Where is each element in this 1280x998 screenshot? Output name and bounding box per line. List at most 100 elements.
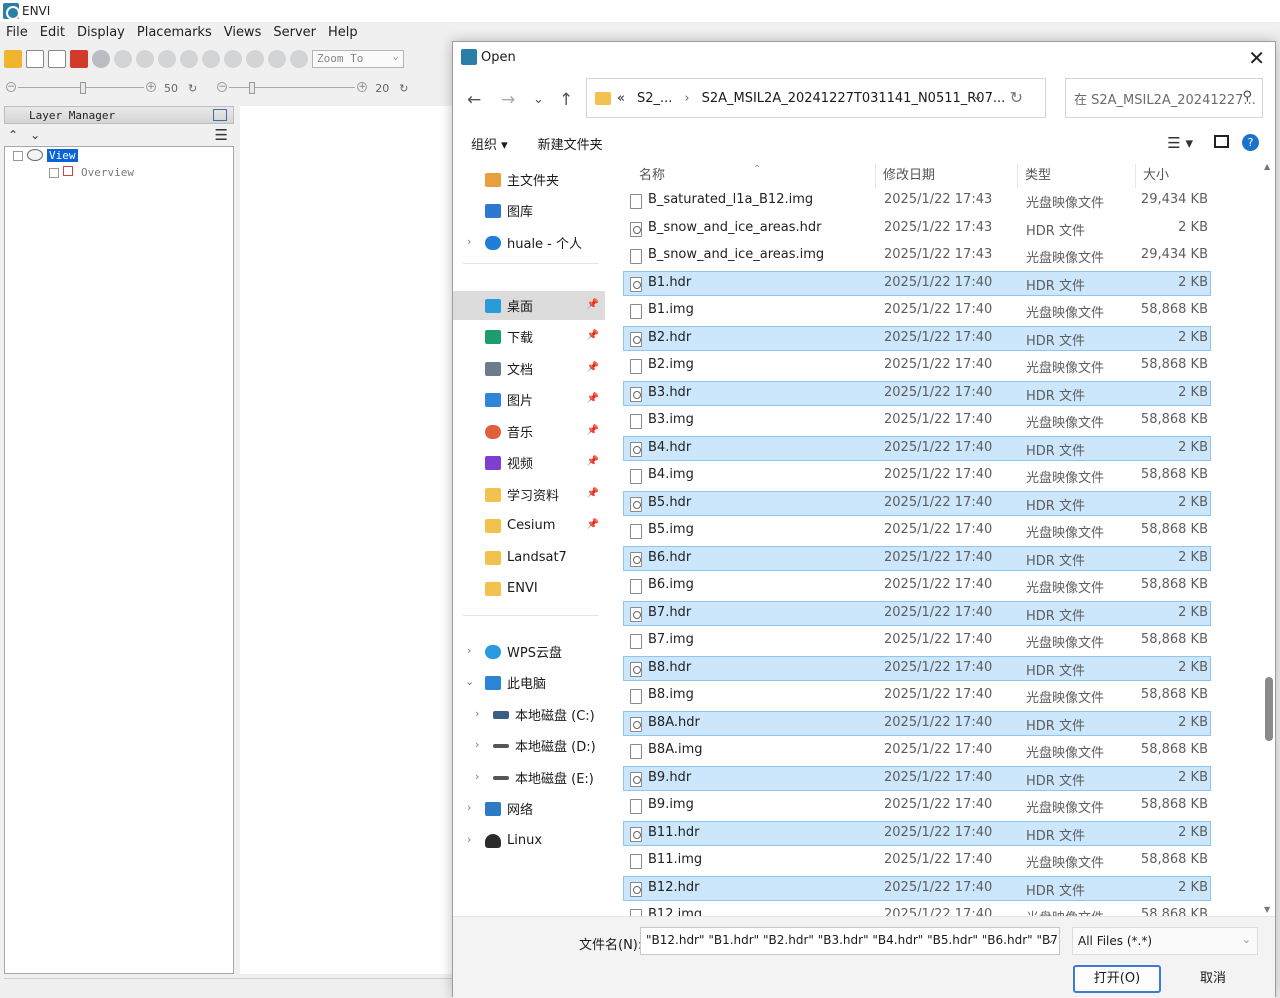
nav-pictures[interactable]: 图片 📌 (453, 385, 605, 414)
file-row[interactable]: B1.img 2025/1/22 17:40 光盘映像文件 58,868 KB (623, 298, 1211, 323)
view-eye-icon[interactable] (27, 149, 43, 161)
nav-downloads[interactable]: 下载 📌 (453, 322, 605, 351)
nav-thispc[interactable]: ⌄ 此电脑 (453, 668, 605, 697)
ntf-icon[interactable] (48, 50, 66, 68)
file-row[interactable]: B4.img 2025/1/22 17:40 光盘映像文件 58,868 KB (623, 463, 1211, 488)
pin-icon[interactable]: 📌 (587, 299, 599, 310)
nav-network[interactable]: › 网络 (453, 794, 605, 823)
menu-file[interactable]: File (0, 25, 34, 40)
expand-chevron-icon[interactable]: › (467, 801, 471, 814)
file-row[interactable]: B3.hdr 2025/1/22 17:40 HDR 文件 2 KB (623, 380, 1211, 406)
file-row[interactable]: B8A.hdr 2025/1/22 17:40 HDR 文件 2 KB (623, 710, 1211, 736)
close-icon[interactable]: ✕ (1248, 46, 1265, 70)
file-row[interactable]: B2.img 2025/1/22 17:40 光盘映像文件 58,868 KB (623, 353, 1211, 378)
file-row[interactable]: B_snow_and_ice_areas.img 2025/1/22 17:43 光… (623, 243, 1211, 268)
recent-chevron-icon[interactable]: ⌄ (533, 92, 544, 107)
file-row[interactable]: B1.hdr 2025/1/22 17:40 HDR 文件 2 KB (623, 270, 1211, 296)
rotate-tool-icon[interactable] (202, 50, 220, 68)
column-date[interactable]: 修改日期 (883, 164, 935, 183)
select-tool-icon[interactable] (136, 50, 154, 68)
file-type-filter[interactable]: All Files (*.*) ⌄ (1072, 927, 1258, 955)
vertical-scrollbar[interactable]: ▲ ▼ (1261, 160, 1275, 916)
file-row[interactable]: B11.hdr 2025/1/22 17:40 HDR 文件 2 KB (623, 820, 1211, 846)
tree-item-overview[interactable]: Overview (81, 166, 134, 179)
collapse-up-icon[interactable]: ⌃ (8, 128, 18, 142)
menu-display[interactable]: Display (71, 25, 131, 40)
menu-edit[interactable]: Edit (34, 25, 71, 40)
organize-button[interactable]: 组织 ▾ (471, 134, 508, 153)
file-row[interactable]: B_saturated_l1a_B12.img 2025/1/22 17:43 光盘… (623, 188, 1211, 213)
address-dropdown-icon[interactable]: ⌄ (972, 89, 983, 104)
nav-disk-d[interactable]: › 本地磁盘 (D:) (453, 731, 605, 760)
expand-chevron-icon[interactable]: › (475, 738, 479, 751)
nav-huale[interactable]: › huale - 个人 (453, 228, 605, 257)
file-row[interactable]: B11.img 2025/1/22 17:40 光盘映像文件 58,868 KB (623, 848, 1211, 873)
file-row[interactable]: B8A.img 2025/1/22 17:40 光盘映像文件 58,868 KB (623, 738, 1211, 763)
file-row[interactable]: B8.img 2025/1/22 17:40 光盘映像文件 58,868 KB (623, 683, 1211, 708)
scroll-down-icon[interactable]: ▼ (1264, 905, 1270, 914)
path-parent[interactable]: S2_... (637, 91, 672, 106)
open-button[interactable]: 打开(O) (1073, 965, 1161, 993)
nav-envi[interactable]: ENVI (453, 574, 605, 603)
slider-knob[interactable] (249, 82, 256, 94)
menu-help[interactable]: Help (322, 25, 364, 40)
preview-pane-icon[interactable] (1214, 135, 1229, 148)
path-overflow[interactable]: « (617, 91, 625, 106)
view-options-icon[interactable]: ☰ ▾ (1167, 134, 1193, 152)
menu-server[interactable]: Server (267, 25, 322, 40)
data-manager-icon[interactable] (26, 50, 44, 68)
pin-icon[interactable]: 📌 (587, 519, 599, 530)
up-arrow-icon[interactable]: ↑ (559, 90, 573, 110)
column-name[interactable]: 名称 (639, 164, 665, 183)
help-icon[interactable]: ? (1242, 134, 1259, 151)
search-input[interactable]: 在 S2A_MSIL2A_20241227... ⚲ (1065, 78, 1263, 118)
filename-input[interactable]: "B12.hdr" "B1.hdr" "B2.hdr" "B3.hdr" "B4… (640, 927, 1060, 955)
expand-chevron-icon[interactable]: › (467, 235, 471, 248)
expand-chevron-icon[interactable]: › (475, 707, 479, 720)
expand-chevron-icon[interactable]: › (467, 644, 471, 657)
dock-icon[interactable] (213, 109, 227, 121)
nav-gallery[interactable]: 图库 (453, 196, 605, 225)
file-row[interactable]: B2.hdr 2025/1/22 17:40 HDR 文件 2 KB (623, 325, 1211, 351)
pin-icon[interactable]: 📌 (587, 425, 599, 436)
overview-checkbox[interactable] (49, 168, 59, 178)
file-row[interactable]: B6.hdr 2025/1/22 17:40 HDR 文件 2 KB (623, 545, 1211, 571)
file-row[interactable]: B6.img 2025/1/22 17:40 光盘映像文件 58,868 KB (623, 573, 1211, 598)
back-arrow-icon[interactable]: ← (467, 90, 481, 110)
pin-icon[interactable]: 📌 (587, 330, 599, 341)
hamburger-menu-icon[interactable]: ☰ (215, 126, 228, 144)
pin-icon[interactable]: 📌 (587, 456, 599, 467)
expand-chevron-icon[interactable]: › (467, 833, 471, 846)
file-row[interactable]: B7.hdr 2025/1/22 17:40 HDR 文件 2 KB (623, 600, 1211, 626)
zoom-to-combobox[interactable]: Zoom To (312, 49, 404, 68)
open-folder-icon[interactable] (4, 50, 22, 68)
pin-tool-icon[interactable] (114, 50, 132, 68)
nav-linux[interactable]: › Linux (453, 826, 605, 855)
refresh-icon[interactable]: ↻ (188, 82, 197, 95)
contrast-slider[interactable]: − + (217, 82, 368, 94)
path-current[interactable]: S2A_MSIL2A_20241227T031141_N0511_R07... (702, 91, 1006, 106)
nav-disk-c[interactable]: › 本地磁盘 (C:) (453, 700, 605, 729)
file-row[interactable]: B12.img 2025/1/22 17:40 光盘映像文件 58,868 KB (623, 903, 1211, 916)
file-row[interactable]: B9.hdr 2025/1/22 17:40 HDR 文件 2 KB (623, 765, 1211, 791)
cancel-button[interactable]: 取消 (1169, 965, 1257, 993)
fly-tool-icon[interactable] (180, 50, 198, 68)
brightness-slider[interactable]: − + (6, 82, 156, 94)
hand-tool-icon[interactable] (158, 50, 176, 68)
refresh-icon[interactable]: ↻ (399, 82, 408, 95)
file-row[interactable]: B3.img 2025/1/22 17:40 光盘映像文件 58,868 KB (623, 408, 1211, 433)
nav-landsat[interactable]: Landsat7 (453, 543, 605, 572)
file-row[interactable]: B4.hdr 2025/1/22 17:40 HDR 文件 2 KB (623, 435, 1211, 461)
nav-documents[interactable]: 文档 📌 (453, 354, 605, 383)
address-bar[interactable]: « S2_... › S2A_MSIL2A_20241227T031141_N0… (586, 78, 1046, 118)
chevron-down-icon[interactable]: ⌄ (1046, 933, 1055, 946)
nav-desktop[interactable]: 桌面 📌 (453, 291, 605, 320)
file-row[interactable]: B5.hdr 2025/1/22 17:40 HDR 文件 2 KB (623, 490, 1211, 516)
file-row[interactable]: B_snow_and_ice_areas.hdr 2025/1/22 17:43 H… (623, 216, 1211, 241)
tree-collapse-box[interactable] (13, 151, 23, 161)
file-row[interactable]: B12.hdr 2025/1/22 17:40 HDR 文件 2 KB (623, 875, 1211, 901)
forward-arrow-icon[interactable]: → (501, 90, 515, 110)
tree-item-view[interactable]: View (47, 149, 78, 162)
file-row[interactable]: B7.img 2025/1/22 17:40 光盘映像文件 58,868 KB (623, 628, 1211, 653)
nav-disk-e[interactable]: › 本地磁盘 (E:) (453, 763, 605, 792)
